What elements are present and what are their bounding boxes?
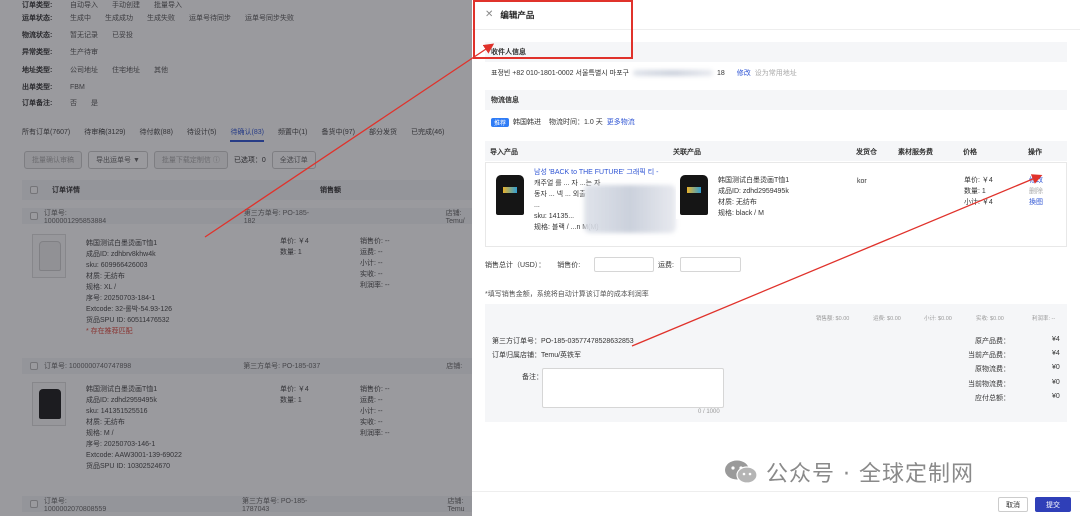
third-party-order-no: 第三方订单号：PO-185-03577478528632853 [492,338,634,345]
order-store: 订单归属店铺：Temu/英铁军 [492,352,582,359]
imported-product-image [492,173,528,219]
product-table-header: 导入产品 关联产品 发货仓 素材服务费 价格 操作 [485,141,1067,161]
recipient-info: 표정빈 +82 010-1801-0002 서울특별시 마포구 18 修改 设为… [491,68,797,78]
more-logistics-link[interactable]: 更多物流 [607,117,635,127]
edit-product-link[interactable]: 修改 [1029,175,1043,186]
edit-product-drawer: ✕ 编辑产品 收件人信息 표정빈 +82 010-1801-0002 서울특별시… [472,0,1080,516]
drawer-title: 编辑产品 [500,9,535,20]
remark-label: 备注： [522,374,543,381]
change-image-link[interactable]: 換图 [1029,197,1043,208]
edit-address-link[interactable]: 修改 [737,68,751,78]
linked-product-image [676,173,712,219]
wechat-icon [724,459,758,485]
logistics-section-title: 物流信息 [485,90,1067,110]
cancel-button[interactable]: 取消 [998,497,1028,512]
recipient-section-title: 收件人信息 [485,42,1067,62]
product-price-info: 单价: ￥4 数量: 1 小计: ￥4 [964,177,993,206]
drawer-footer [472,491,1080,516]
delete-product-link[interactable]: 删除 [1029,186,1043,197]
recommended-badge: 推荐 [491,117,510,127]
watermark-text: 公众号 · 全球定制网 [766,462,974,487]
row-actions: 修改 删除 換图 [1029,175,1043,208]
linked-product-info: 韩国测试白墨烫画T恤1 成品ID: zdhd2959495k 材质: 无纺布 规… [718,177,790,217]
watermark: 公众号 · 全球定制网 [724,456,974,488]
warehouse-value: kor [857,178,867,185]
remark-textarea[interactable] [542,368,724,408]
sales-total-row: 销售总计（USD）： 销售价: [485,262,581,269]
shipping-label: 运费: [658,262,674,269]
redacted-product-text [584,185,676,233]
set-default-address-link[interactable]: 设为常用地址 [755,68,797,78]
drawer-header: ✕ 编辑产品 [472,0,1080,30]
redacted-address [632,70,713,76]
product-row: 남성 'BACK to THE FUTURE' 그래픽 티 - 캐주얼 를 ..… [485,162,1067,247]
sale-price-input[interactable] [594,257,654,272]
shipping-input[interactable] [680,257,741,272]
close-icon[interactable]: ✕ [485,9,493,20]
logistics-info: 推荐 韩国韩进 物流时间：1.0 天 更多物流 [491,117,635,127]
remark-counter: 0 / 1000 [698,409,720,415]
submit-button[interactable]: 提交 [1035,497,1071,512]
sales-hint: *填写销售金额，系统将自动计算该订单的成本利润率 [485,291,649,298]
